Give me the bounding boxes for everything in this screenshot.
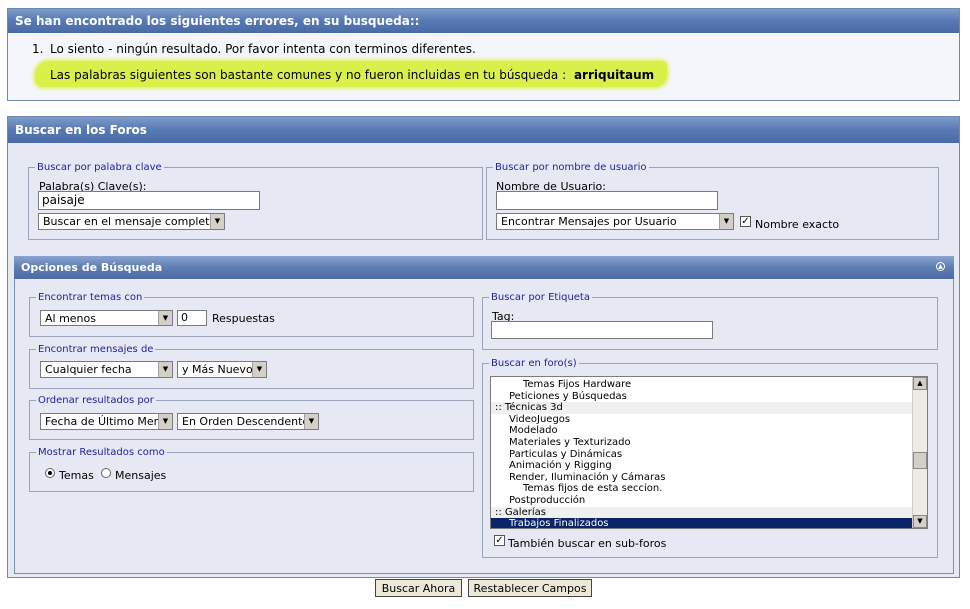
forum-item-label: Temas fijos de esta seccion. [523, 483, 663, 495]
show-as-posts-label: Mensajes [115, 469, 167, 482]
username-input[interactable] [496, 191, 718, 210]
forum-item-label: Render, Iluminación y Cámaras [509, 471, 666, 483]
error-box: Se han encontrado los siguientes errores… [7, 8, 960, 101]
username-mode-select[interactable]: Encontrar Mensajes por Usuario ▼ [496, 213, 734, 230]
sort-field-value: Fecha de Último Mens [45, 415, 167, 428]
forum-list-item[interactable]: Modelado [491, 425, 912, 437]
find-posts-date-select[interactable]: Cualquier fecha ▼ [40, 361, 173, 378]
sort-order-select[interactable]: En Orden Descendente ▼ [177, 413, 319, 430]
forum-list-item[interactable]: Materiales y Texturizado [491, 437, 912, 449]
options-title: Opciones de Búsqueda [21, 261, 163, 274]
forum-category-item[interactable]: :: Galerías [491, 506, 912, 519]
search-title: Buscar en los Foros [8, 117, 959, 143]
forum-list-item[interactable]: Peticiones y Búsquedas [491, 391, 912, 403]
scroll-up-icon[interactable]: ▲ [913, 377, 927, 390]
error-item-number: 1. [32, 42, 44, 56]
forum-list-item[interactable]: Temas fijos de esta seccion. [491, 483, 912, 495]
forum-list-item[interactable]: VideoJuegos [491, 414, 912, 426]
search-now-button[interactable]: Buscar Ahora [375, 579, 462, 597]
scroll-down-icon[interactable]: ▼ [913, 515, 927, 528]
find-posts-date-value: Cualquier fecha [45, 363, 132, 376]
exact-name-checkbox[interactable]: ✓ [740, 216, 751, 227]
find-threads-legend: Encontrar temas con [38, 292, 143, 303]
forum-item-label: Trabajos Finalizados [509, 518, 609, 529]
forums-listbox[interactable]: Temas Fijos Hardware Peticiones y Búsque… [490, 376, 928, 529]
tag-input[interactable] [491, 321, 713, 339]
sort-order-value: En Orden Descendente [182, 415, 310, 428]
find-threads-value: Al menos [45, 312, 96, 325]
tag-legend: Buscar por Etiqueta [491, 292, 590, 303]
forum-list-item[interactable]: Postproducción [491, 495, 912, 507]
forum-item-label: :: Galerías [495, 506, 546, 518]
forums-list: Temas Fijos Hardware Peticiones y Búsque… [491, 379, 912, 529]
forum-item-label: Temas Fijos Hardware [523, 379, 632, 390]
reset-fields-button[interactable]: Restablecer Campos [468, 579, 592, 597]
forum-item-label: Postproducción [509, 494, 586, 506]
chevron-down-icon: ▼ [304, 414, 318, 429]
subforums-label: También buscar en sub-foros [508, 537, 667, 550]
show-as-fieldset: Mostrar Resultados como [29, 447, 474, 492]
forum-category-item[interactable]: :: Técnicas 3d [491, 402, 912, 414]
forum-item-label: Peticiones y Búsquedas [509, 390, 627, 402]
reply-count-input[interactable]: 0 [177, 310, 207, 326]
sort-field-select[interactable]: Fecha de Último Mens ▼ [40, 413, 173, 430]
keyword-legend: Buscar por palabra clave [37, 162, 162, 173]
chevron-down-icon: ▼ [252, 362, 266, 377]
keyword-input[interactable]: paisaje [38, 191, 260, 210]
replies-label: Respuestas [212, 312, 275, 325]
forums-scrollbar[interactable]: ▲ ▼ [912, 377, 927, 528]
chevron-down-icon: ▼ [158, 362, 172, 377]
options-title-bar[interactable]: Opciones de Búsqueda [14, 256, 954, 279]
forum-item-label: VideoJuegos [509, 413, 571, 425]
exact-name-label: Nombre exacto [755, 218, 840, 231]
sort-legend: Ordenar resultados por [38, 395, 154, 406]
forum-item-label: Modelado [509, 425, 558, 437]
show-as-threads-label: Temas [59, 469, 94, 482]
keyword-mode-select[interactable]: Buscar en el mensaje completo ▼ [38, 213, 225, 230]
error-title: Se han encontrado los siguientes errores… [8, 9, 959, 33]
chevron-down-icon: ▼ [210, 214, 224, 229]
username-mode-value: Encontrar Mensajes por Usuario [501, 215, 677, 228]
forum-list-item[interactable]: Render, Iluminación y Cámaras [491, 472, 912, 484]
forum-item-label: Particulas y Dinámicas [509, 448, 623, 460]
show-as-posts-radio[interactable] [101, 468, 111, 478]
forum-list-item[interactable]: Animación y Rigging [491, 460, 912, 472]
forum-item-label: Animación y Rigging [509, 460, 612, 472]
forum-list-item[interactable]: Particulas y Dinámicas [491, 449, 912, 461]
forum-list-item[interactable]: Temas Fijos Hardware [491, 379, 912, 391]
chevron-down-icon: ▼ [158, 311, 172, 325]
show-as-threads-radio[interactable] [45, 468, 55, 478]
find-posts-legend: Encontrar mensajes de [38, 344, 154, 355]
common-word: arriquitaum [573, 68, 655, 82]
find-threads-select[interactable]: Al menos ▼ [40, 310, 173, 326]
username-legend: Buscar por nombre de usuario [495, 162, 647, 173]
forum-list-item-selected[interactable]: Trabajos Finalizados [491, 518, 912, 529]
find-posts-direction-select[interactable]: y Más Nuevo ▼ [177, 361, 267, 378]
chevron-down-icon: ▼ [719, 214, 733, 229]
common-words-text: Las palabras siguientes son bastante com… [50, 68, 654, 82]
show-as-legend: Mostrar Resultados como [38, 447, 165, 458]
keyword-mode-value: Buscar en el mensaje completo [43, 215, 217, 228]
subforums-checkbox[interactable]: ✓ [494, 535, 505, 546]
forums-legend: Buscar en foro(s) [491, 358, 577, 369]
error-item-text: Lo siento - ningún resultado. Por favor … [50, 42, 476, 56]
scroll-thumb[interactable] [913, 452, 927, 469]
forum-item-label: :: Técnicas 3d [495, 402, 563, 414]
collapse-icon[interactable]: ▲ [936, 262, 945, 271]
forum-item-label: Materiales y Texturizado [509, 436, 631, 448]
find-posts-direction-value: y Más Nuevo [182, 363, 253, 376]
common-words-message: Las palabras siguientes son bastante com… [50, 68, 567, 82]
chevron-down-icon: ▼ [158, 414, 172, 429]
